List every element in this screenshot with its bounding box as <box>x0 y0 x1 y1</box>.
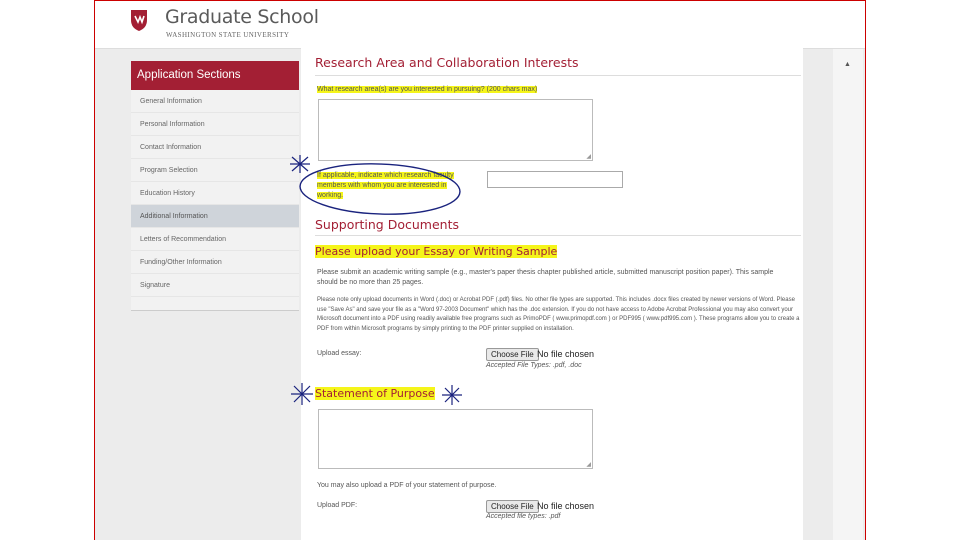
ink-circle-faculty <box>299 163 461 215</box>
ink-asterisk-statement-left-icon <box>291 383 313 405</box>
ink-annotations <box>290 155 462 405</box>
ink-asterisk-statement-right-icon <box>442 385 462 405</box>
browser-frame: Graduate School WASHINGTON STATE UNIVERS… <box>94 0 866 540</box>
ink-asterisk-faculty-icon <box>290 155 310 173</box>
